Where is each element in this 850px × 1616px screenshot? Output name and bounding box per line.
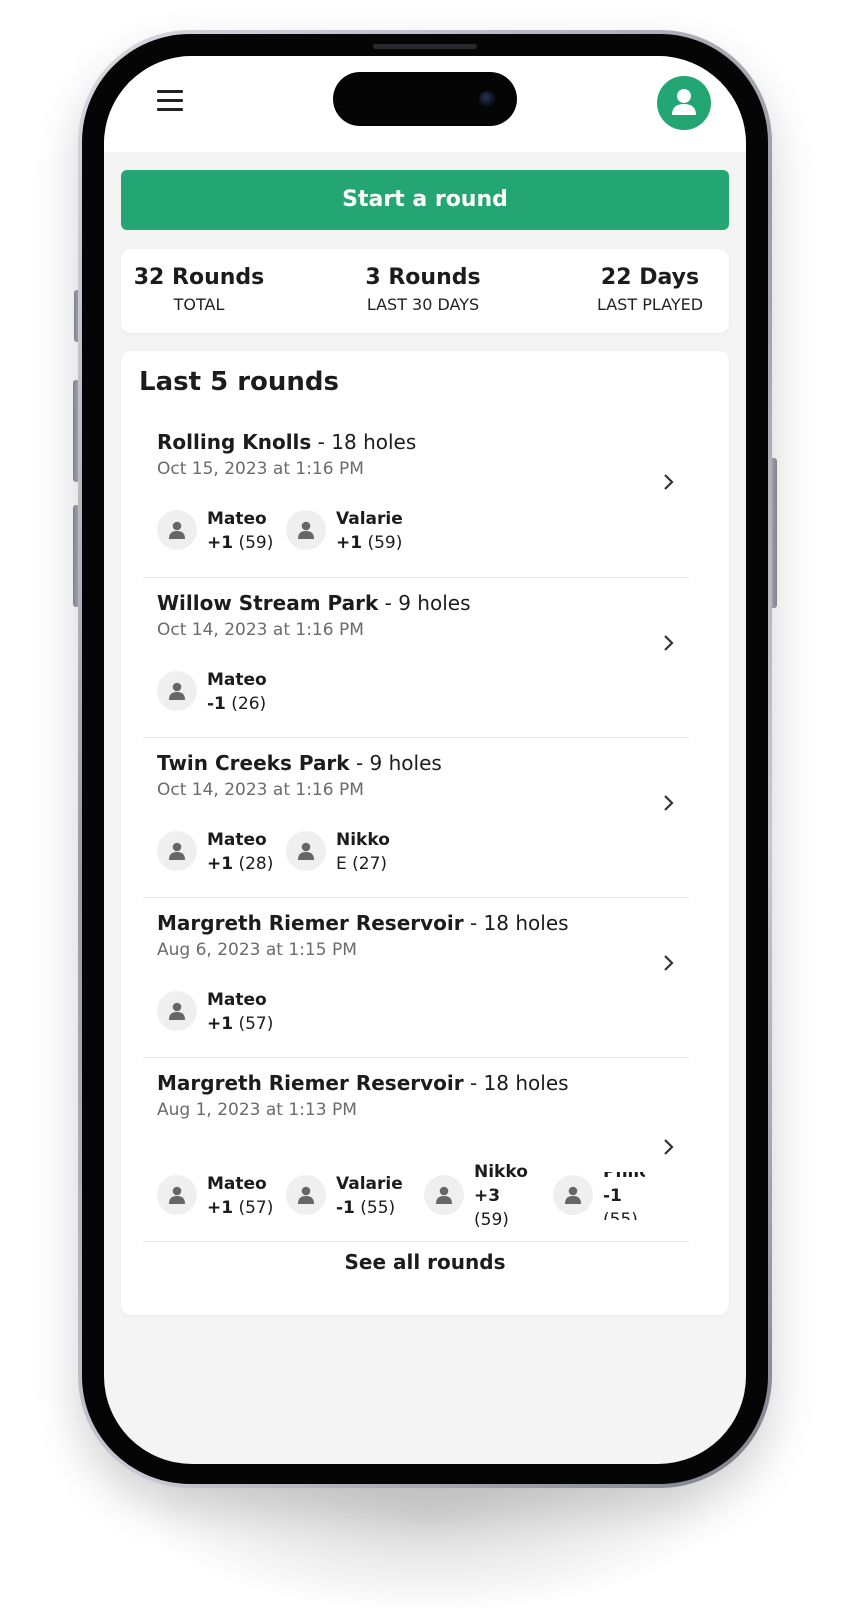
round-heading: Twin Creeks Park - 9 holes [157, 748, 442, 778]
player-score-value: -1 (55) [336, 1198, 396, 1218]
player-avatar-icon [157, 510, 197, 550]
player-name: Valarie [336, 509, 403, 529]
start-round-button[interactable]: Start a round [121, 170, 729, 230]
player-avatar-icon [286, 1175, 326, 1215]
player-avatar-icon [286, 831, 326, 871]
hole-count: - 9 holes [349, 751, 442, 775]
player-score-value: +1 (59) [336, 533, 403, 553]
stat-total-rounds: 32 Rounds TOTAL [121, 263, 277, 317]
round-heading: Willow Stream Park - 9 holes [157, 588, 471, 618]
stat-last-played: 22 Days LAST PLAYED [571, 263, 729, 317]
round-heading: Margreth Riemer Reservoir - 18 holes [157, 1068, 569, 1098]
course-name: Rolling Knolls [157, 430, 312, 454]
player-avatar-icon [424, 1175, 464, 1215]
player-score: Valarie -1 (55) [286, 1172, 410, 1220]
player-name: Mateo [207, 509, 267, 529]
course-name: Margreth Riemer Reservoir [157, 911, 464, 935]
round-list-item[interactable]: Willow Stream Park - 9 holes Oct 14, 202… [143, 578, 689, 738]
hamburger-menu-icon[interactable] [157, 90, 183, 112]
player-score-value: +1 (59) [207, 533, 274, 553]
section-title: Last 5 rounds [139, 367, 340, 397]
hole-count: - 18 holes [463, 1071, 569, 1095]
round-date: Aug 1, 2023 at 1:13 PM [157, 1100, 357, 1120]
course-name: Margreth Riemer Reservoir [157, 1071, 464, 1095]
chevron-right-icon[interactable] [663, 794, 675, 812]
player-score: Nikko +3 (59) [424, 1162, 534, 1230]
last-rounds-card: Last 5 rounds Rolling Knolls - 18 holes … [121, 351, 729, 1315]
round-list-item[interactable]: Margreth Riemer Reservoir - 18 holes Aug… [143, 1058, 689, 1242]
course-name: Willow Stream Park [157, 591, 379, 615]
player-score-value: +1 (57) [207, 1014, 274, 1034]
player-score: Mateo +1 (59) [157, 507, 277, 555]
stats-card: 32 Rounds TOTAL 3 Rounds LAST 30 DAYS 22… [121, 249, 729, 333]
player-score-relative: +3 [474, 1186, 501, 1206]
player-score: Philo -1 (55) [553, 1172, 645, 1220]
dynamic-island [333, 72, 517, 126]
player-score-total: (59) [474, 1210, 509, 1230]
stat-value: 3 Rounds [365, 265, 481, 290]
player-score-value: +1 (28) [207, 854, 274, 874]
player-score-relative: -1 [603, 1186, 622, 1206]
player-score-value: E (27) [336, 854, 388, 874]
round-heading: Margreth Riemer Reservoir - 18 holes [157, 908, 569, 938]
player-name: Mateo [207, 990, 267, 1010]
player-score: Mateo -1 (26) [157, 668, 277, 716]
player-avatar-icon [157, 671, 197, 711]
round-date: Aug 6, 2023 at 1:15 PM [157, 940, 357, 960]
hole-count: - 9 holes [378, 591, 471, 615]
round-date: Oct 14, 2023 at 1:16 PM [157, 620, 364, 640]
see-all-rounds-link[interactable]: See all rounds [121, 1247, 729, 1277]
course-name: Twin Creeks Park [157, 751, 350, 775]
player-name: Nikko [474, 1162, 528, 1182]
hole-count: - 18 holes [311, 430, 417, 454]
stat-value: 22 Days [600, 265, 700, 290]
player-score: Valarie +1 (59) [286, 507, 416, 555]
player-score-value: +1 (57) [207, 1198, 274, 1218]
player-avatar-icon [553, 1175, 593, 1215]
earpiece [373, 44, 477, 49]
player-score: Mateo +1 (57) [157, 1172, 277, 1220]
player-score: Mateo +1 (28) [157, 828, 277, 876]
player-score: Nikko E (27) [286, 828, 406, 876]
round-list-item[interactable]: Margreth Riemer Reservoir - 18 holes Aug… [143, 898, 689, 1058]
player-score-value: -1 (26) [207, 694, 267, 714]
chevron-right-icon[interactable] [663, 634, 675, 652]
stat-last-30-days: 3 Rounds LAST 30 DAYS [343, 263, 503, 317]
stat-label: TOTAL [173, 295, 225, 314]
round-list-item[interactable]: Rolling Knolls - 18 holes Oct 15, 2023 a… [143, 417, 689, 578]
player-name: Mateo [207, 1174, 267, 1194]
round-heading: Rolling Knolls - 18 holes [157, 427, 416, 457]
hole-count: - 18 holes [463, 911, 569, 935]
player-name: Nikko [336, 830, 390, 850]
player-name: Philo [603, 1172, 645, 1182]
round-date: Oct 14, 2023 at 1:16 PM [157, 780, 364, 800]
player-score: Mateo +1 (57) [157, 988, 277, 1036]
chevron-right-icon[interactable] [663, 473, 675, 491]
round-date: Oct 15, 2023 at 1:16 PM [157, 459, 364, 479]
stat-value: 32 Rounds [133, 265, 265, 290]
player-avatar-icon [157, 1175, 197, 1215]
player-name: Valarie [336, 1174, 403, 1194]
user-profile-icon[interactable] [657, 76, 711, 130]
chevron-right-icon[interactable] [663, 1138, 675, 1156]
player-avatar-icon [286, 510, 326, 550]
player-name: Mateo [207, 830, 267, 850]
chevron-right-icon[interactable] [663, 954, 675, 972]
player-score-total: (55) [603, 1210, 638, 1220]
round-list-item[interactable]: Twin Creeks Park - 9 holes Oct 14, 2023 … [143, 738, 689, 898]
player-avatar-icon [157, 991, 197, 1031]
front-camera-icon [479, 91, 495, 107]
phone-screen: Start a round 32 Rounds TOTAL 3 Rounds L… [104, 56, 746, 1464]
stat-label: LAST 30 DAYS [366, 295, 480, 314]
player-name: Mateo [207, 670, 267, 690]
player-avatar-icon [157, 831, 197, 871]
stat-label: LAST PLAYED [596, 295, 704, 314]
